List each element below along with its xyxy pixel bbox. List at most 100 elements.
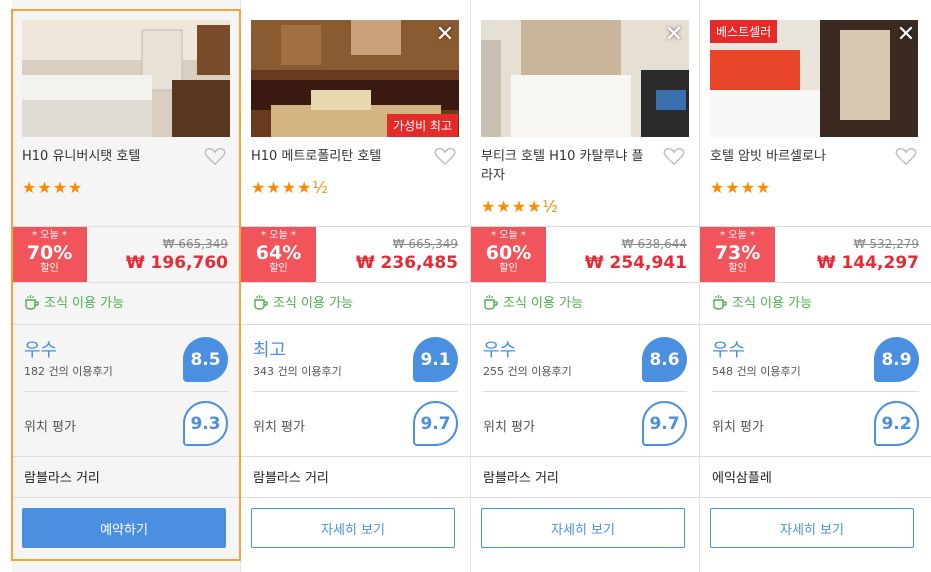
details-button[interactable]: 자세히 보기 [251,508,455,548]
hotel-name[interactable]: H10 메트로폴리탄 호텔 [251,147,421,166]
divider [712,391,919,392]
hotel-card-2[interactable]: 가성비 최고 ✕ H10 메트로폴리탄 호텔 ★★★★½ * 오늘 * 64% … [241,0,471,572]
discount-label: 할인 [40,263,59,274]
divider [471,282,699,283]
breakfast-label: 조식 이용 가능 [732,296,813,311]
original-price: ₩ 665,349 [162,237,228,251]
discount-badge: * 오늘 * 64% 할인 [241,227,316,282]
coffee-cup-icon [254,294,268,310]
star-rating: ★★★★½ [251,178,329,197]
breakfast-label: 조식 이용 가능 [503,296,584,311]
star-rating: ★★★★½ [481,197,559,216]
location-score: 9.2 [874,401,919,446]
discount-badge: * 오늘 * 60% 할인 [471,227,546,282]
rating-score: 8.5 [183,337,228,382]
book-button[interactable]: 예약하기 [22,508,226,548]
coffee-cup-icon [713,294,727,310]
discount-tag: * 오늘 * [261,230,296,241]
price[interactable]: ₩ 236,485 [356,253,458,273]
discount-tag: * 오늘 * [720,230,755,241]
divider [24,391,228,392]
divider [253,391,458,392]
hotel-name[interactable]: 호텔 암빗 바르셀로나 [710,147,880,166]
hotel-area: 람블라스 거리 [253,471,329,486]
breakfast-label: 조식 이용 가능 [44,296,125,311]
breakfast-info: 조식 이용 가능 [483,292,583,311]
divider [241,324,470,325]
price[interactable]: ₩ 254,941 [585,253,687,273]
divider [12,456,240,457]
hotel-photo[interactable] [481,20,689,137]
bestseller-badge: 베스트셀러 [710,20,778,43]
details-button[interactable]: 자세히 보기 [710,508,914,548]
hotel-name[interactable]: H10 유니버시탯 호텔 [22,147,192,166]
review-count[interactable]: 343 건의 이용후기 [253,363,342,379]
divider [471,456,699,457]
hotel-area: 람블라스 거리 [483,471,559,486]
original-price: ₩ 532,279 [853,237,919,251]
rating-text: 최고 [253,340,287,361]
value-badge: 가성비 최고 [386,114,458,137]
rating-score: 9.1 [413,337,458,382]
review-count[interactable]: 548 건의 이용후기 [712,363,801,379]
discount-percent: 64% [255,242,302,264]
location-label: 위치 평가 [483,420,535,435]
discount-label: 할인 [499,263,518,274]
rating-score: 8.6 [642,337,687,382]
review-count[interactable]: 182 건의 이용후기 [24,363,113,379]
price[interactable]: ₩ 144,297 [817,253,919,273]
divider [241,282,470,283]
coffee-cup-icon [484,294,498,310]
hotel-card-4[interactable]: 베스트셀러 ✕ 호텔 암빗 바르셀로나 ★★★★ * 오늘 * 73% 할인 ₩… [700,0,931,572]
rating-text: 우수 [24,340,58,361]
rating-text: 우수 [483,340,517,361]
location-label: 위치 평가 [712,420,764,435]
discount-label: 할인 [728,263,747,274]
price[interactable]: ₩ 196,760 [126,253,228,273]
rating-text: 우수 [712,340,746,361]
close-icon[interactable]: ✕ [663,24,685,46]
discount-tag: * 오늘 * [491,230,526,241]
original-price: ₩ 665,349 [392,237,458,251]
details-button[interactable]: 자세히 보기 [481,508,685,548]
star-rating: ★★★★ [22,178,84,197]
close-icon[interactable]: ✕ [895,24,917,46]
breakfast-info: 조식 이용 가능 [253,292,353,311]
location-score: 9.3 [183,401,228,446]
divider [700,324,931,325]
original-price: ₩ 638,644 [621,237,687,251]
discount-label: 할인 [269,263,288,274]
divider [700,456,931,457]
heart-icon[interactable] [895,146,917,166]
discount-tag: * 오늘 * [32,230,67,241]
review-count[interactable]: 255 건의 이용후기 [483,363,572,379]
divider [700,497,931,498]
location-score: 9.7 [413,401,458,446]
hotel-photo[interactable] [22,20,230,137]
hotel-area: 람블라스 거리 [24,471,100,486]
divider [12,497,240,498]
location-score: 9.7 [642,401,687,446]
location-label: 위치 평가 [253,420,305,435]
discount-percent: 73% [714,242,761,264]
hotel-area: 에익삼플레 [712,471,772,486]
heart-icon[interactable] [434,146,456,166]
breakfast-info: 조식 이용 가능 [712,292,812,311]
hotel-name[interactable]: 부티크 호텔 H10 카탈루냐 플라자 [481,147,651,185]
rating-score: 8.9 [874,337,919,382]
hotel-card-1[interactable]: H10 유니버시탯 호텔 ★★★★ * 오늘 * 70% 할인 ₩ 665,34… [12,0,241,572]
breakfast-label: 조식 이용 가능 [273,296,354,311]
close-icon[interactable]: ✕ [434,24,456,46]
discount-percent: 70% [26,242,73,264]
discount-badge: * 오늘 * 73% 할인 [700,227,775,282]
discount-badge: * 오늘 * 70% 할인 [12,227,87,282]
heart-icon[interactable] [663,146,685,166]
discount-percent: 60% [485,242,532,264]
star-rating: ★★★★ [710,178,772,197]
divider [241,497,470,498]
divider [12,324,240,325]
divider [241,456,470,457]
breakfast-info: 조식 이용 가능 [24,292,124,311]
heart-icon[interactable] [204,146,226,166]
hotel-card-3[interactable]: ✕ 부티크 호텔 H10 카탈루냐 플라자 ★★★★½ * 오늘 * 60% 할… [471,0,700,572]
